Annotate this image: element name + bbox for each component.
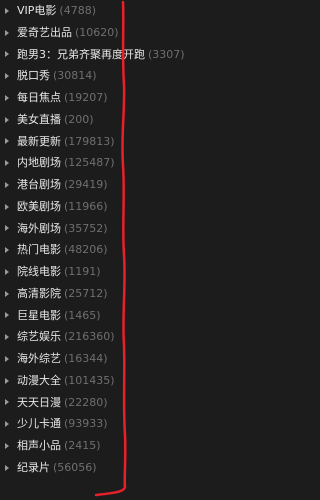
list-item[interactable]: 爱奇艺出品 (10620) [0,22,251,44]
list-item[interactable]: 天天日漫 (22280) [0,392,251,414]
list-item-count: (93933) [64,417,108,431]
list-item-label: 爱奇艺出品 [17,25,72,39]
list-item-count: (4788) [59,4,96,17]
caret-right-icon [5,29,9,36]
list-item[interactable]: 欧美剧场 (11966) [0,196,251,218]
list-item-label: 院线电影 [17,265,61,278]
list-item-count: (1465) [64,308,101,322]
list-item[interactable]: 热门电影 (48206) [0,239,251,261]
list-item-label: 内地剧场 [17,156,61,170]
list-item[interactable]: 海外剧场 (35752) [0,218,251,240]
list-item-label: 最新更新 [17,134,61,148]
list-item-label: 天天日漫 [17,395,61,409]
list-item[interactable]: VIP电影 (4788) [0,0,251,22]
list-item[interactable]: 院线电影 (1191) [0,261,251,283]
category-list: VIP电影 (4788) 爱奇艺出品 (10620) 跑男3：兄弟齐聚再度开跑 (3307… [0,0,251,479]
caret-right-icon [5,7,9,14]
list-item[interactable]: 脱口秀 (30814) [0,65,251,87]
caret-right-icon [5,464,9,471]
list-item[interactable]: 每日焦点 (19207) [0,87,251,109]
list-item-label: 跑男3：兄弟齐聚再度开跑 [17,47,145,61]
list-item-label: VIP电影 [17,4,57,17]
caret-right-icon [5,334,9,341]
list-item-label: 纪录片 [17,460,50,474]
list-item-label: 巨星电影 [17,308,61,322]
list-item-label: 每日焦点 [17,91,61,104]
list-item-count: (56056) [53,460,97,474]
list-item-label: 综艺娱乐 [17,330,61,344]
list-item[interactable]: 动漫大全 (101435) [0,370,251,392]
caret-right-icon [5,290,9,297]
list-item-count: (125487) [64,156,115,170]
list-item-count: (25712) [64,286,108,300]
list-item-count: (22280) [64,395,108,409]
list-item[interactable]: 相声小品 (2415) [0,435,251,457]
list-item-count: (10620) [75,25,119,39]
list-item-label: 热门电影 [17,243,61,257]
list-item-label: 海外综艺 [17,352,61,365]
list-item[interactable]: 跑男3：兄弟齐聚再度开跑 (3307) [0,44,251,66]
list-item[interactable]: 少儿卡通 (93933) [0,413,251,435]
list-item-count: (216360) [64,330,115,344]
list-item-count: (29419) [64,178,108,191]
caret-right-icon [5,312,9,319]
list-item[interactable]: 港台剧场 (29419) [0,174,251,196]
list-item-count: (35752) [64,221,108,235]
list-item-label: 欧美剧场 [17,199,61,213]
list-item-count: (1191) [64,265,101,278]
caret-right-icon [5,421,9,428]
list-item-label: 美女直播 [17,112,61,126]
caret-right-icon [5,268,9,275]
list-item-label: 脱口秀 [17,69,50,83]
list-item[interactable]: 纪录片 (56056) [0,457,251,479]
list-item[interactable]: 美女直播 (200) [0,109,251,131]
caret-right-icon [5,399,9,406]
caret-right-icon [5,116,9,123]
list-item-count: (200) [64,112,94,126]
list-item-count: (3307) [148,47,185,61]
caret-right-icon [5,51,9,58]
caret-right-icon [5,160,9,167]
list-item[interactable]: 最新更新 (179813) [0,131,251,153]
list-item-label: 海外剧场 [17,221,61,235]
list-item-count: (179813) [64,134,115,148]
list-item-count: (101435) [64,373,115,387]
list-item-label: 动漫大全 [17,373,61,387]
list-item-count: (16344) [64,352,108,365]
caret-right-icon [5,181,9,188]
caret-right-icon [5,355,9,362]
caret-right-icon [5,225,9,232]
list-item-label: 港台剧场 [17,178,61,191]
list-item-count: (48206) [64,243,108,257]
caret-right-icon [5,138,9,145]
list-item-count: (11966) [64,199,108,213]
list-item[interactable]: 海外综艺 (16344) [0,348,251,370]
caret-right-icon [5,73,9,80]
list-item-label: 高清影院 [17,286,61,300]
list-item[interactable]: 高清影院 (25712) [0,283,251,305]
caret-right-icon [5,377,9,384]
list-item-count: (30814) [53,69,97,83]
list-item[interactable]: 内地剧场 (125487) [0,152,251,174]
list-item[interactable]: 综艺娱乐 (216360) [0,326,251,348]
list-item-label: 相声小品 [17,439,61,452]
caret-right-icon [5,94,9,101]
list-item-count: (2415) [64,439,101,452]
list-item-label: 少儿卡通 [17,417,61,431]
list-item[interactable]: 巨星电影 (1465) [0,305,251,327]
caret-right-icon [5,203,9,210]
caret-right-icon [5,442,9,449]
caret-right-icon [5,247,9,254]
list-item-count: (19207) [64,91,108,104]
